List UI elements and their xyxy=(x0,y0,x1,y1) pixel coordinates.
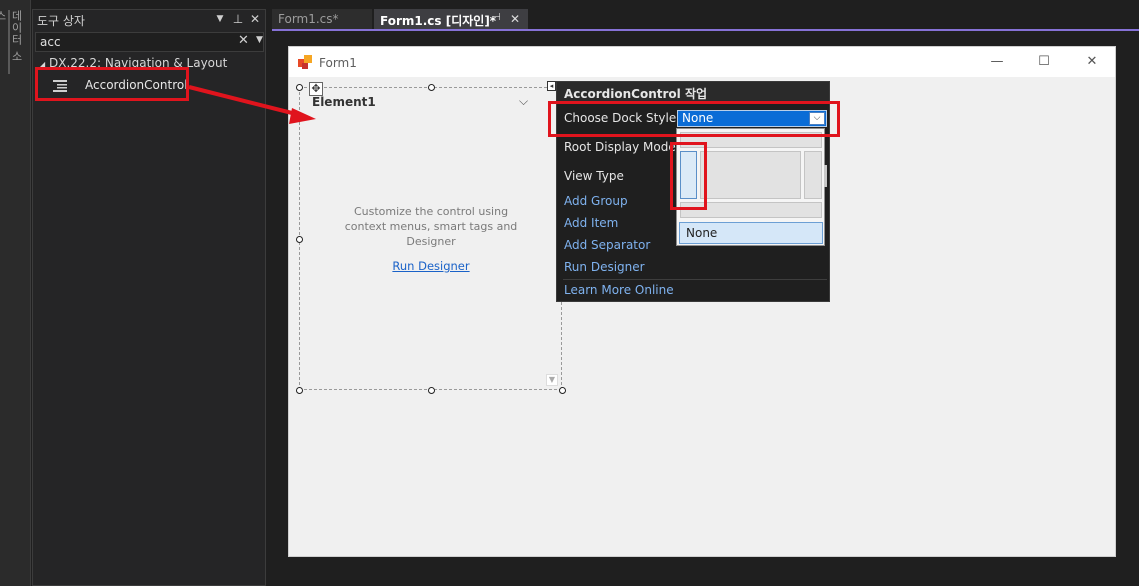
resize-handle[interactable] xyxy=(296,387,303,394)
form-caption: Form1 xyxy=(319,56,357,70)
search-dropdown-icon[interactable]: ▼ xyxy=(256,35,263,45)
divider xyxy=(563,279,827,280)
dropdown-icon[interactable]: ▼ xyxy=(213,14,227,24)
dock-picker-scroll-mark xyxy=(824,165,827,187)
ide-window: 데이터 소스 도구 상자 ▼ ⊥ ✕ ✕ ▼ ◢ DX.22.2: Naviga… xyxy=(0,0,1139,586)
accordion-hint-text: Customize the control using context menu… xyxy=(344,205,518,248)
view-type-label: View Type xyxy=(564,169,624,183)
resize-handle[interactable] xyxy=(296,236,303,243)
document-tabs: Form1.cs* Form1.cs [디자인]* ⊣ ✕ xyxy=(272,9,1139,31)
tab-label: Form1.cs* xyxy=(278,12,339,26)
minimize-icon[interactable]: — xyxy=(987,54,1007,70)
highlight-box xyxy=(548,101,840,137)
resize-handle[interactable] xyxy=(296,84,303,91)
dock-fill-option[interactable] xyxy=(700,151,801,199)
toolbox-title: 도구 상자 xyxy=(37,14,85,28)
maximize-icon[interactable]: ☐ xyxy=(1034,54,1054,70)
run-designer-link[interactable]: Run Designer xyxy=(564,260,645,274)
add-item-link[interactable]: Add Item xyxy=(564,216,618,230)
resize-handle[interactable] xyxy=(428,387,435,394)
accordion-element[interactable]: Element1 xyxy=(312,95,376,109)
search-input[interactable] xyxy=(40,34,230,50)
tab-form1-cs[interactable]: Form1.cs* xyxy=(272,9,372,30)
resize-handle[interactable] xyxy=(559,387,566,394)
form-title-bar: Form1 — ☐ ✕ xyxy=(289,47,1115,77)
move-handle-icon[interactable]: ✥ xyxy=(309,82,323,96)
small-dropdown-icon[interactable]: ▼ xyxy=(546,374,558,386)
add-separator-link[interactable]: Add Separator xyxy=(564,238,650,252)
close-icon[interactable]: ✕ xyxy=(1082,54,1102,70)
resize-handle[interactable] xyxy=(428,84,435,91)
smart-tag-icon[interactable]: ◂ xyxy=(547,81,556,91)
form-icon xyxy=(298,55,312,69)
smart-tag-title: AccordionControl 작업 xyxy=(557,82,829,102)
run-designer-link[interactable]: Run Designer xyxy=(340,259,522,273)
clear-icon[interactable]: ✕ xyxy=(238,33,249,48)
highlight-box xyxy=(670,142,707,210)
side-strip: 데이터 소스 xyxy=(0,0,31,586)
pin-icon[interactable]: ⊣ xyxy=(492,12,501,23)
toolbox-search: ✕ ▼ xyxy=(35,32,264,52)
close-icon[interactable]: ✕ xyxy=(248,12,262,26)
data-sources-tab[interactable]: 데이터 소스 xyxy=(0,10,24,74)
highlight-box xyxy=(35,67,189,101)
dock-none-option[interactable]: None xyxy=(679,222,823,244)
add-group-link[interactable]: Add Group xyxy=(564,194,628,208)
close-icon[interactable]: ✕ xyxy=(510,12,520,26)
tab-form1-design[interactable]: Form1.cs [디자인]* ⊣ ✕ xyxy=(374,9,528,30)
chevron-down-icon[interactable]: ⌵ xyxy=(519,94,528,109)
root-display-mode-label: Root Display Mode xyxy=(564,140,676,154)
tab-label: Form1.cs [디자인]* xyxy=(380,14,497,28)
dock-right-option[interactable] xyxy=(804,151,822,199)
pin-icon[interactable]: ⊥ xyxy=(231,12,245,26)
learn-more-link[interactable]: Learn More Online xyxy=(564,283,674,297)
